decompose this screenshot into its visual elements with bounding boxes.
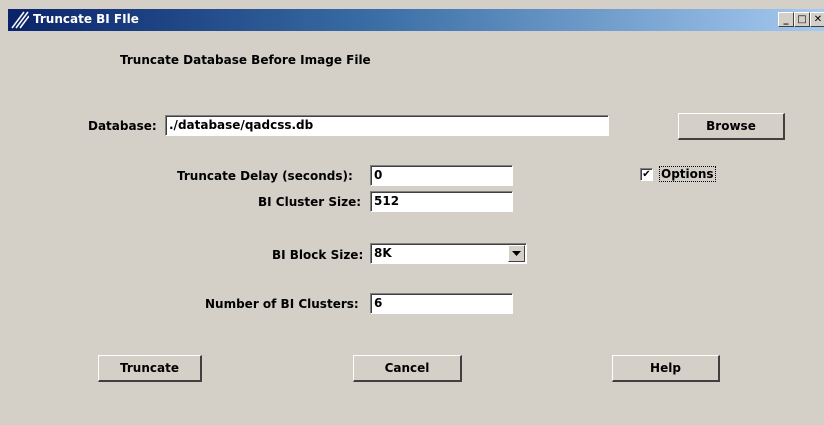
bi-cluster-size-label: BI Cluster Size:: [258, 195, 362, 209]
truncate-bi-dialog: Truncate BI FIle _ □ ✕ Truncate Database…: [0, 0, 824, 425]
options-checkbox[interactable]: ✔: [640, 168, 653, 181]
number-bi-clusters-input[interactable]: 6: [370, 293, 513, 314]
browse-button[interactable]: Browse: [678, 113, 785, 140]
maximize-button[interactable]: □: [794, 12, 810, 27]
truncate-button[interactable]: Truncate: [98, 355, 202, 382]
checkmark-icon: ✔: [642, 169, 651, 180]
options-label[interactable]: Options: [659, 166, 716, 182]
database-input[interactable]: ./database/qadcss.db: [165, 115, 609, 136]
truncate-delay-input[interactable]: 0: [370, 165, 513, 186]
bi-cluster-size-input[interactable]: 512: [370, 191, 513, 212]
dropdown-arrow-button[interactable]: [508, 245, 525, 262]
bi-block-size-value: 8K: [374, 246, 392, 260]
cancel-button[interactable]: Cancel: [353, 355, 462, 382]
minimize-button[interactable]: _: [778, 12, 794, 27]
database-label: Database:: [88, 119, 157, 133]
close-icon: ✕: [813, 13, 823, 25]
app-logo-icon: [11, 11, 29, 29]
window-title: Truncate BI FIle: [33, 12, 139, 26]
bi-block-size-label: BI Block Size:: [272, 248, 364, 262]
minimize-icon: _: [783, 13, 789, 25]
truncate-delay-label: Truncate Delay (seconds):: [177, 169, 353, 183]
dialog-heading: Truncate Database Before Image File: [120, 53, 371, 67]
chevron-down-icon: [512, 251, 521, 256]
help-button[interactable]: Help: [612, 355, 720, 382]
maximize-icon: □: [797, 13, 807, 25]
number-bi-clusters-label: Number of BI Clusters:: [205, 297, 359, 311]
close-button[interactable]: ✕: [810, 12, 824, 27]
bi-block-size-select[interactable]: 8K: [370, 243, 527, 264]
title-bar[interactable]: Truncate BI FIle _ □ ✕: [8, 9, 824, 31]
